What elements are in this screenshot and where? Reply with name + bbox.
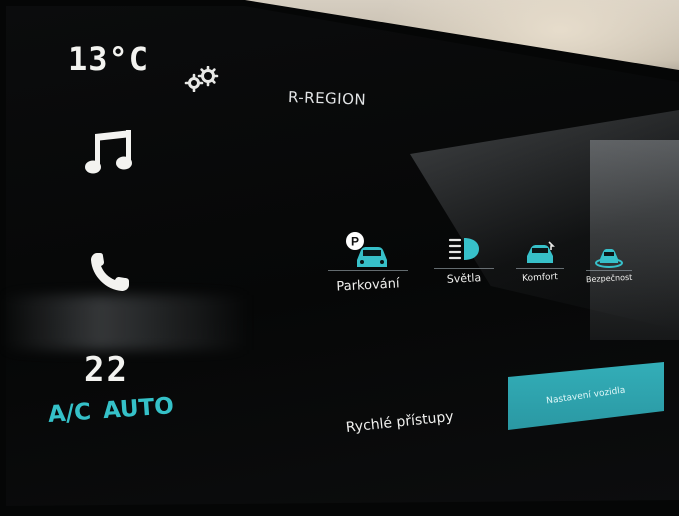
divider [328,270,408,271]
headlight-icon [448,238,479,260]
auto-label: AUTO [102,393,175,425]
category-label: Světla [446,271,482,286]
svg-text:P: P [351,235,359,249]
comfort-car-icon [527,241,555,263]
category-parking[interactable]: P Parkování [328,230,408,295]
category-safety[interactable]: Bezpečnost [585,244,633,285]
phone-icon[interactable] [88,250,130,294]
outside-temperature: 13°C [68,40,150,78]
category-label: Parkování [336,276,400,295]
category-lights[interactable]: Světla [434,234,494,286]
vehicle-settings-label: Nastavení vozidla [545,385,627,407]
music-icon[interactable] [83,128,137,176]
divider [434,268,494,269]
category-label: Komfort [521,272,559,284]
gear-icon[interactable] [184,66,220,92]
parking-car-icon: P [346,232,387,267]
cabin-temperature[interactable]: 22 [84,350,129,390]
category-comfort[interactable]: Komfort [516,240,564,284]
page-title: R-REGION [287,88,367,109]
divider [516,268,564,269]
category-label: Bezpečnost [585,272,633,285]
safety-car-icon [595,249,623,268]
divider [586,270,632,271]
ac-label: A/C [47,399,92,428]
